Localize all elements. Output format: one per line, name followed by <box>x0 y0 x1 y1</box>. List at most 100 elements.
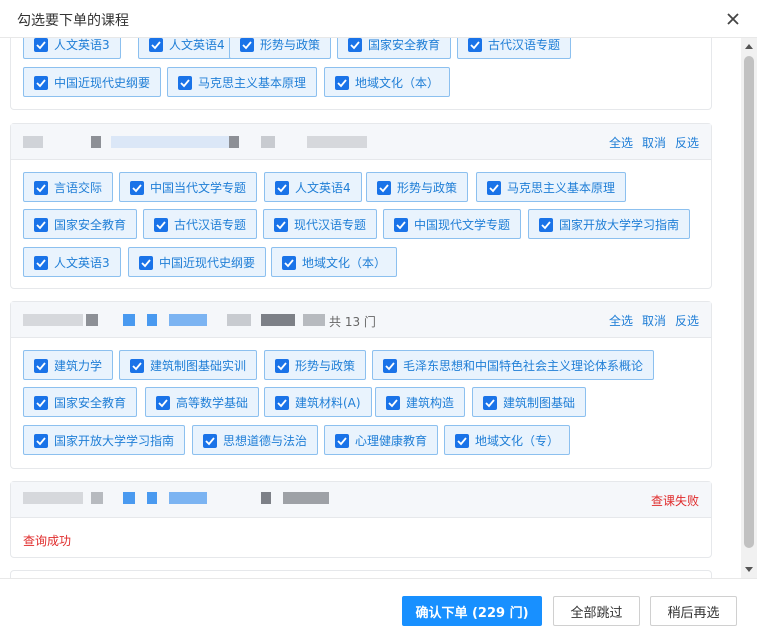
course-chip[interactable]: 中国当代文学专题 <box>119 172 258 202</box>
checkbox-checked-icon[interactable] <box>34 181 48 195</box>
course-chip[interactable]: 建筑制图基础 <box>472 387 587 417</box>
course-chip-label: 国家安全教育 <box>54 217 127 232</box>
course-chip[interactable]: 国家开放大学学习指南 <box>528 209 691 239</box>
course-chip[interactable]: 国家开放大学学习指南 <box>23 425 186 455</box>
course-chip-label: 心理健康教育 <box>355 433 428 448</box>
course-chip[interactable]: 马克思主义基本原理 <box>167 67 318 97</box>
redacted-name <box>229 136 239 148</box>
course-chip[interactable]: 马克思主义基本原理 <box>476 172 627 202</box>
course-chip-label: 高等数学基础 <box>176 395 249 410</box>
checkbox-checked-icon[interactable] <box>539 218 553 232</box>
checkbox-checked-icon[interactable] <box>348 38 362 52</box>
course-chip[interactable]: 人文英语4 <box>264 172 362 202</box>
checkbox-checked-icon[interactable] <box>34 359 48 373</box>
redacted-name <box>307 136 367 148</box>
checkbox-checked-icon[interactable] <box>203 434 217 448</box>
course-chip[interactable]: 国家安全教育 <box>23 387 138 417</box>
scrollbar-thumb[interactable] <box>744 56 754 548</box>
course-chip-label: 马克思主义基本原理 <box>198 75 307 90</box>
checkbox-checked-icon[interactable] <box>394 218 408 232</box>
checkbox-checked-icon[interactable] <box>386 396 400 410</box>
checkbox-checked-icon[interactable] <box>34 256 48 270</box>
course-chip[interactable]: 人文英语3 <box>23 38 121 59</box>
checkbox-checked-icon[interactable] <box>335 76 349 90</box>
course-chip[interactable]: 中国近现代史纲要 <box>23 67 162 97</box>
checkbox-checked-icon[interactable] <box>34 76 48 90</box>
checkbox-checked-icon[interactable] <box>154 218 168 232</box>
cancel-link[interactable]: 取消 <box>642 314 666 328</box>
redacted-name <box>261 314 295 326</box>
course-chip-label: 人文英语3 <box>54 255 110 270</box>
vertical-scrollbar[interactable] <box>741 38 757 578</box>
course-chip[interactable]: 形势与政策 <box>229 38 332 59</box>
checkbox-checked-icon[interactable] <box>156 396 170 410</box>
checkbox-checked-icon[interactable] <box>34 218 48 232</box>
checkbox-checked-icon[interactable] <box>178 76 192 90</box>
cancel-link[interactable]: 取消 <box>642 136 666 150</box>
invert-selection-link[interactable]: 反选 <box>675 314 699 328</box>
checkbox-checked-icon[interactable] <box>483 396 497 410</box>
course-chip[interactable]: 建筑力学 <box>23 350 114 380</box>
student-section-5 <box>10 570 712 578</box>
course-chip[interactable]: 毛泽东思想和中国特色社会主义理论体系概论 <box>372 350 655 380</box>
close-icon[interactable] <box>723 9 743 29</box>
course-chip[interactable]: 古代汉语专题 <box>143 209 258 239</box>
checkbox-checked-icon[interactable] <box>455 434 469 448</box>
invert-selection-link[interactable]: 反选 <box>675 136 699 150</box>
checkbox-checked-icon[interactable] <box>377 181 391 195</box>
checkbox-checked-icon[interactable] <box>139 256 153 270</box>
skip-all-button[interactable]: 全部跳过 <box>553 596 640 626</box>
checkbox-checked-icon[interactable] <box>275 181 289 195</box>
checkbox-checked-icon[interactable] <box>282 256 296 270</box>
checkbox-checked-icon[interactable] <box>487 181 501 195</box>
course-chip[interactable]: 地域文化（本） <box>324 67 451 97</box>
course-chip[interactable]: 形势与政策 <box>264 350 367 380</box>
course-chip[interactable]: 形势与政策 <box>366 172 469 202</box>
course-chip[interactable]: 国家安全教育 <box>337 38 452 59</box>
redacted-id <box>123 492 135 504</box>
course-chip[interactable]: 人文英语4 <box>138 38 236 59</box>
course-chip[interactable]: 建筑构造 <box>375 387 466 417</box>
course-chip[interactable]: 心理健康教育 <box>324 425 439 455</box>
course-chip[interactable]: 高等数学基础 <box>145 387 260 417</box>
confirm-order-button[interactable]: 确认下单 (229 门) <box>402 596 542 626</box>
redacted-name <box>91 136 101 148</box>
redacted-name <box>227 314 251 326</box>
course-chip-label: 人文英语4 <box>169 38 225 52</box>
course-chip[interactable]: 地域文化（专） <box>444 425 571 455</box>
checkbox-checked-icon[interactable] <box>335 434 349 448</box>
course-chip[interactable]: 言语交际 <box>23 172 114 202</box>
course-chip[interactable]: 国家安全教育 <box>23 209 138 239</box>
checkbox-checked-icon[interactable] <box>275 396 289 410</box>
course-chip[interactable]: 古代汉语专题 <box>457 38 572 59</box>
scroll-up-arrow-icon[interactable] <box>745 44 753 49</box>
checkbox-checked-icon[interactable] <box>34 396 48 410</box>
select-later-button[interactable]: 稍后再选 <box>650 596 737 626</box>
course-chip[interactable]: 现代汉语专题 <box>263 209 378 239</box>
checkbox-checked-icon[interactable] <box>383 359 397 373</box>
checkbox-checked-icon[interactable] <box>240 38 254 52</box>
course-chip[interactable]: 地域文化（本） <box>271 247 398 277</box>
checkbox-checked-icon[interactable] <box>130 359 144 373</box>
course-chip[interactable]: 中国现代文学专题 <box>383 209 522 239</box>
select-all-link[interactable]: 全选 <box>609 314 633 328</box>
checkbox-checked-icon[interactable] <box>34 38 48 52</box>
checkbox-checked-icon[interactable] <box>149 38 163 52</box>
checkbox-checked-icon[interactable] <box>275 359 289 373</box>
redacted-name <box>23 136 43 148</box>
checkbox-checked-icon[interactable] <box>274 218 288 232</box>
checkbox-checked-icon[interactable] <box>468 38 482 52</box>
checkbox-checked-icon[interactable] <box>130 181 144 195</box>
course-chip[interactable]: 思想道德与法治 <box>192 425 319 455</box>
student-section-2: 全选 取消 反选 言语交际 中国当代文学专题 人文英语4 形势与政策 马克思主义基本… <box>10 123 712 289</box>
course-chip-label: 人文英语3 <box>54 38 110 52</box>
course-chip[interactable]: 建筑材料(A) <box>264 387 372 417</box>
redacted-name <box>23 314 83 326</box>
course-chip[interactable]: 人文英语3 <box>23 247 121 277</box>
course-chip[interactable]: 建筑制图基础实训 <box>119 350 258 380</box>
course-chip-label: 建筑力学 <box>54 358 103 373</box>
course-chip[interactable]: 中国近现代史纲要 <box>128 247 267 277</box>
scroll-down-arrow-icon[interactable] <box>745 567 753 572</box>
checkbox-checked-icon[interactable] <box>34 434 48 448</box>
select-all-link[interactable]: 全选 <box>609 136 633 150</box>
